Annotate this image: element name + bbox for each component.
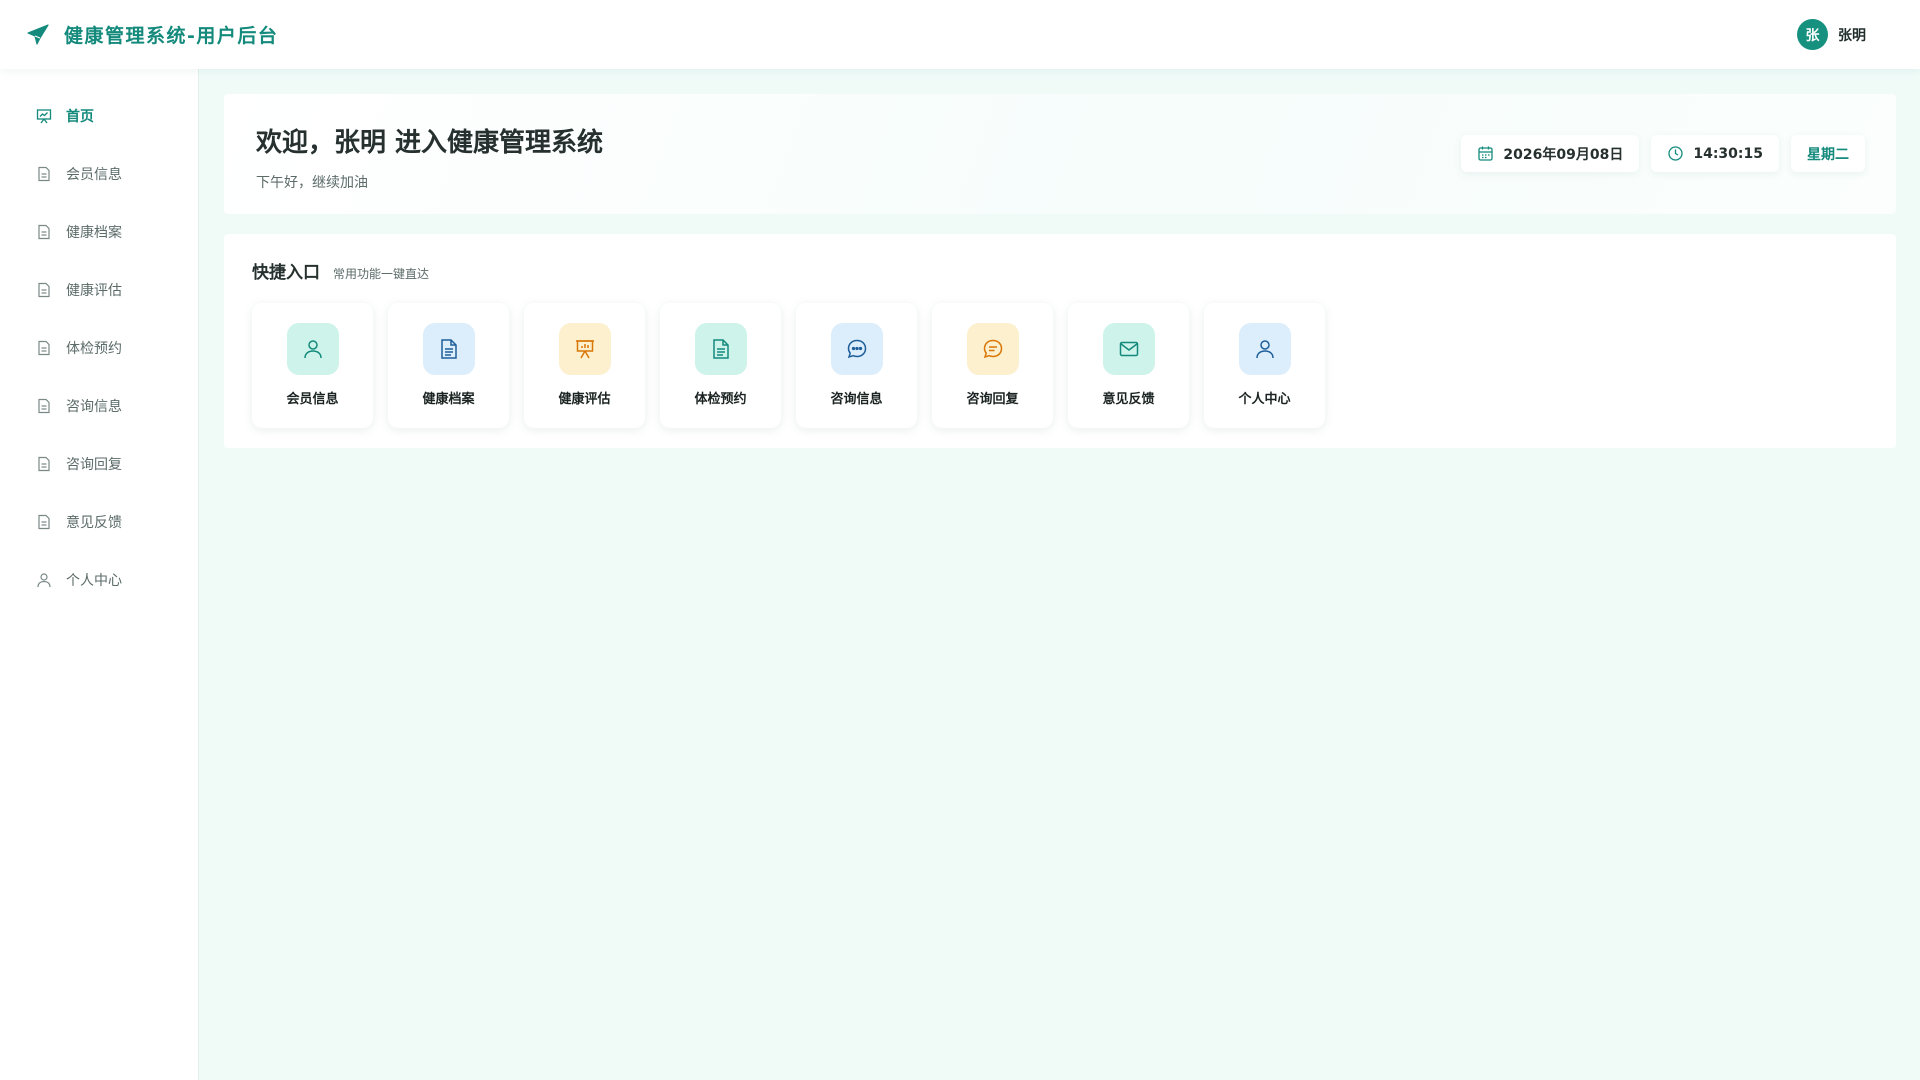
user-icon [1238,323,1291,375]
weekday-chip: 星期二 [1791,135,1865,172]
document-icon [36,224,52,240]
sidebar-item-label: 咨询信息 [66,399,122,415]
quick-tile-member-info[interactable]: 会员信息 [252,303,373,428]
sidebar-item-consult-reply[interactable]: 咨询回复 [0,435,198,493]
tile-label: 个人中心 [1238,392,1291,407]
time-text: 14:30:15 [1693,145,1763,162]
tile-label: 体检预约 [694,392,747,407]
sidebar-item-label: 会员信息 [66,167,122,183]
tile-label: 健康评估 [558,392,611,407]
time-chip: 14:30:15 [1651,135,1779,172]
quick-entry-title: 快捷入口 [252,263,320,283]
quick-tile-consult-reply[interactable]: 咨询回复 [932,303,1053,428]
app-title: 健康管理系统-用户后台 [64,25,279,47]
sidebar-item-checkup-booking[interactable]: 体检预约 [0,319,198,377]
document-icon [36,340,52,356]
top-header: 健康管理系统-用户后台 张 张明 [0,0,1920,69]
user-menu[interactable]: 张 张明 [1797,19,1866,50]
tile-label: 咨询信息 [830,392,883,407]
quick-tile-checkup-booking[interactable]: 体检预约 [660,303,781,428]
user-icon [36,572,52,588]
sidebar-item-label: 咨询回复 [66,457,122,473]
quick-tile-profile[interactable]: 个人中心 [1204,303,1325,428]
brand[interactable]: 健康管理系统-用户后台 [26,21,278,48]
document-icon [36,282,52,298]
sidebar-item-label: 意见反馈 [66,515,122,531]
quick-entry-panel: 快捷入口 常用功能一键直达 会员信息 健康档案 健康评估 体检预约 咨询信息 咨… [224,234,1896,448]
presentation-chart-icon [558,323,611,375]
sidebar-item-label: 健康档案 [66,225,122,241]
sidebar: 首页 会员信息 健康档案 健康评估 体检预约 咨询信息 咨询回复 意见反馈 个人… [0,69,199,1080]
sidebar-item-consult-info[interactable]: 咨询信息 [0,377,198,435]
quick-entry-subtitle: 常用功能一键直达 [333,267,430,281]
quick-entry-header: 快捷入口 常用功能一键直达 [252,258,1868,283]
sidebar-item-home[interactable]: 首页 [0,87,198,145]
tile-label: 意见反馈 [1102,392,1155,407]
welcome-banner: 欢迎，张明 进入健康管理系统 下午好，继续加油 2026年09月08日 14:3… [224,94,1896,214]
quick-tile-feedback[interactable]: 意见反馈 [1068,303,1189,428]
tile-label: 咨询回复 [966,392,1019,407]
username[interactable]: 张明 [1838,25,1866,45]
document-icon [422,323,475,375]
document-icon [36,166,52,182]
calendar-icon [1477,145,1494,162]
document-icon [36,398,52,414]
sidebar-item-label: 个人中心 [66,573,122,589]
chat-bubble-lines-icon [966,323,1019,375]
weekday-text: 星期二 [1807,146,1849,163]
quick-tile-health-assessment[interactable]: 健康评估 [524,303,645,428]
mail-icon [1102,323,1155,375]
datetime-chips: 2026年09月08日 14:30:15 星期二 [1461,135,1865,172]
document-icon [36,456,52,472]
sidebar-item-health-records[interactable]: 健康档案 [0,203,198,261]
clock-icon [1667,145,1684,162]
document-icon [36,514,52,530]
sidebar-item-label: 健康评估 [66,283,122,299]
avatar[interactable]: 张 [1797,19,1828,50]
paper-plane-icon [26,23,50,47]
sidebar-item-health-assessment[interactable]: 健康评估 [0,261,198,319]
tile-label: 健康档案 [422,392,475,407]
date-text: 2026年09月08日 [1503,146,1624,163]
document-icon [694,323,747,375]
user-icon [286,323,339,375]
sidebar-item-label: 体检预约 [66,341,122,357]
sidebar-item-feedback[interactable]: 意见反馈 [0,493,198,551]
presentation-chart-icon [36,108,52,124]
chat-bubble-icon [830,323,883,375]
quick-tile-consult-info[interactable]: 咨询信息 [796,303,917,428]
tile-label: 会员信息 [286,392,339,407]
welcome-subtitle: 下午好，继续加油 [256,175,368,191]
sidebar-item-member-info[interactable]: 会员信息 [0,145,198,203]
sidebar-item-profile[interactable]: 个人中心 [0,551,198,609]
date-chip: 2026年09月08日 [1461,135,1640,172]
quick-tile-health-records[interactable]: 健康档案 [388,303,509,428]
quick-entry-tiles: 会员信息 健康档案 健康评估 体检预约 咨询信息 咨询回复 意见反馈 个人中心 [252,303,1868,428]
sidebar-item-label: 首页 [66,109,94,125]
